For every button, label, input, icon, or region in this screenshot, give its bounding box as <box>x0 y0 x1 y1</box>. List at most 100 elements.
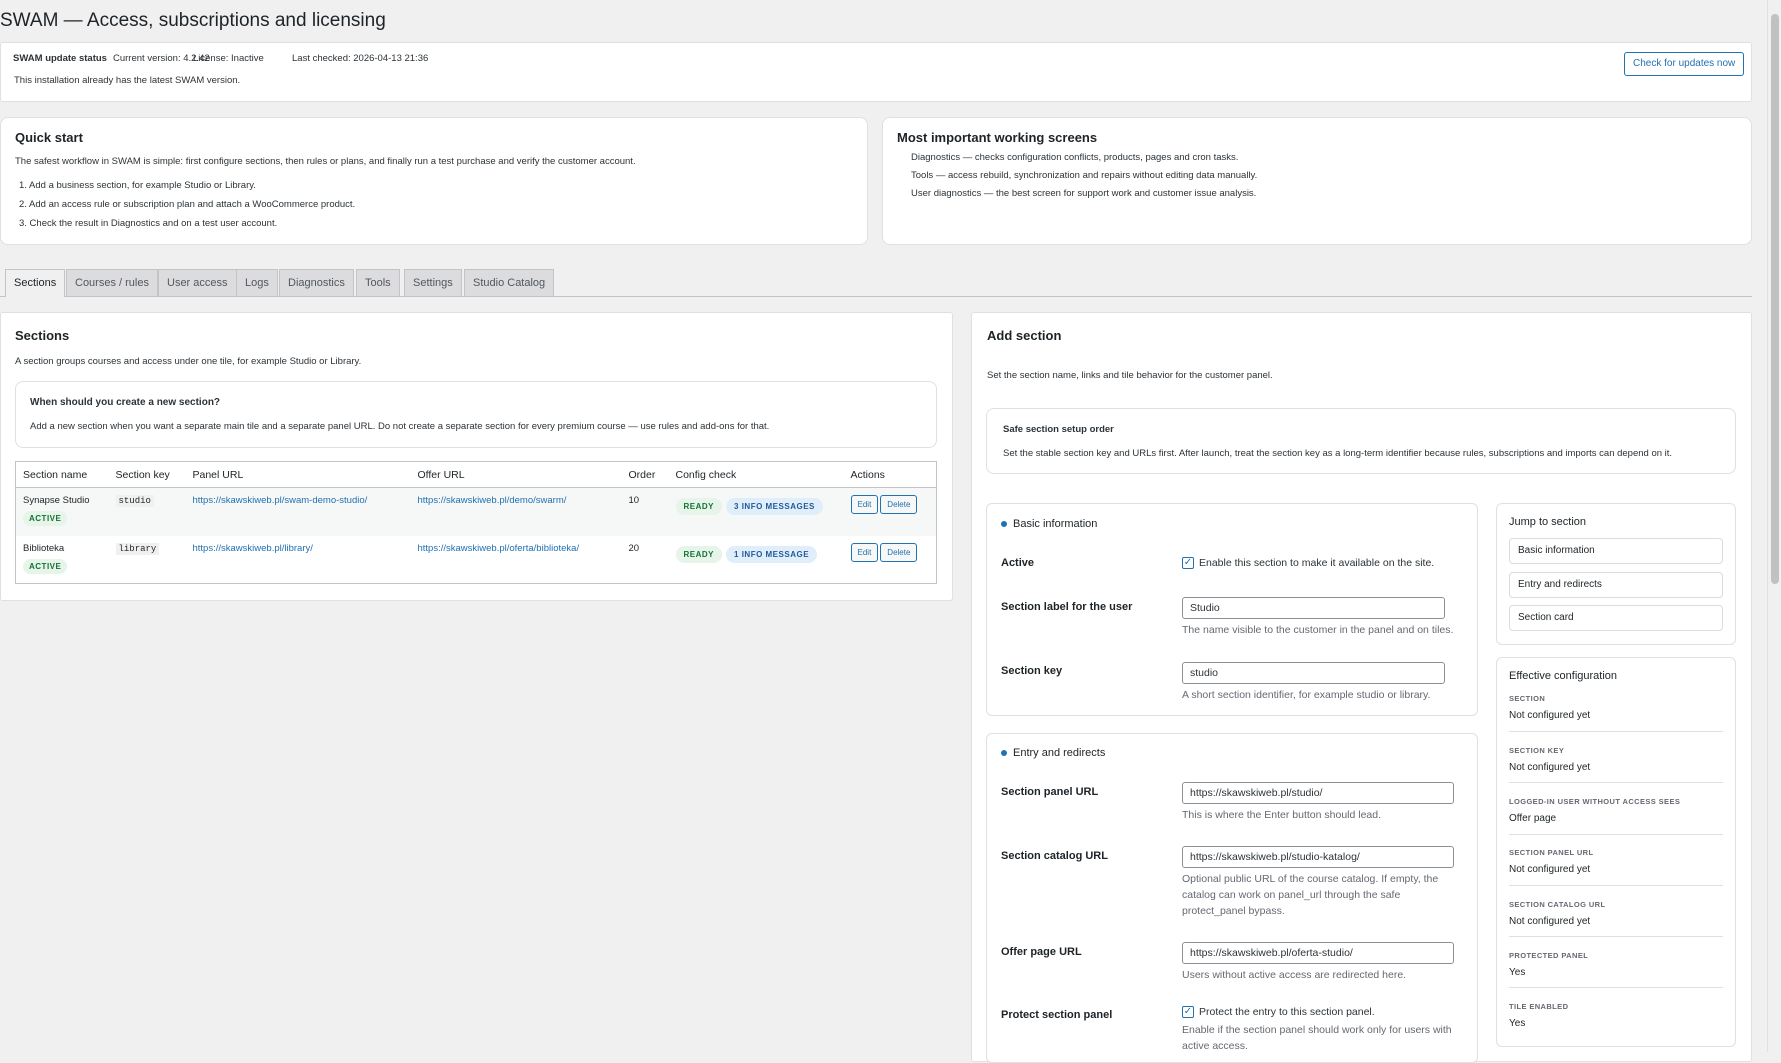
status-badge: ACTIVE <box>23 511 68 526</box>
panel-url-cell: https://skawskiweb.pl/library/ <box>186 536 411 584</box>
section-panel-url-desc: This is where the Enter button should le… <box>1182 809 1382 821</box>
last-checked: Last checked: 2026-04-13 21:36 <box>292 53 429 64</box>
jump-basic-information[interactable]: Basic information <box>1509 538 1723 564</box>
tab-courses-rules[interactable]: Courses / rules <box>66 269 158 296</box>
page-scrollbar[interactable] <box>1767 0 1781 1052</box>
effective-value: Yes <box>1509 1018 1526 1029</box>
jump-section-card[interactable]: Section card <box>1509 605 1723 631</box>
working-screens-title: Most important working screens <box>897 130 1098 145</box>
bullet-dot-icon <box>1001 521 1007 528</box>
order-cell: 10 <box>621 487 669 536</box>
effective-value: Offer page <box>1509 813 1557 824</box>
delete-button[interactable]: Delete <box>880 495 918 514</box>
section-name-cell: Biblioteka ACTIVE <box>16 536 109 584</box>
sections-title: Sections <box>15 328 70 343</box>
bullet-dot-icon <box>1001 750 1007 757</box>
section-key: studio <box>115 495 154 507</box>
section-name: Biblioteka <box>23 542 65 554</box>
section-label-desc: The name visible to the customer in the … <box>1182 624 1454 636</box>
info-badge: 1 INFO MESSAGE <box>726 545 818 563</box>
new-section-hint-title: When should you create a new section? <box>30 397 221 408</box>
protect-panel-checkbox[interactable]: ✓ <box>1182 1006 1194 1018</box>
quick-start-step: 2. Add an access rule or subscription pl… <box>19 199 356 210</box>
col-config-check: Config check <box>668 461 844 488</box>
effective-key: SECTION CATALOG URL <box>1509 900 1606 909</box>
col-actions: Actions <box>843 461 937 488</box>
active-label: Active <box>1001 557 1035 569</box>
divider <box>1509 782 1723 783</box>
update-message: This installation already has the latest… <box>14 75 241 86</box>
section-key-desc: A short section identifier, for example … <box>1182 689 1431 701</box>
offer-url-cell: https://skawskiweb.pl/demo/swarm/ <box>410 487 622 536</box>
divider <box>1509 885 1723 886</box>
working-screens-item: User diagnostics — the best screen for s… <box>911 188 1257 199</box>
effective-value: Not configured yet <box>1509 916 1591 927</box>
safe-setup-box: Safe section setup order Set the stable … <box>986 408 1736 474</box>
tab-studio-catalog[interactable]: Studio Catalog <box>464 269 555 296</box>
section-key-cell: library <box>109 536 186 584</box>
license-status: License: Inactive <box>193 53 264 64</box>
divider <box>1509 731 1723 732</box>
ready-badge: READY <box>675 545 723 563</box>
panel-url-link[interactable]: https://skawskiweb.pl/library/ <box>193 543 313 554</box>
info-badge: 3 INFO MESSAGES <box>726 498 823 515</box>
jump-to-section-title: Jump to section <box>1509 516 1587 528</box>
tab-sections[interactable]: Sections <box>5 269 66 297</box>
divider <box>1509 936 1723 937</box>
tab-tools[interactable]: Tools <box>356 269 400 296</box>
add-section-title: Add section <box>987 328 1062 343</box>
protect-panel-desc: Enable if the section panel should work … <box>1182 1024 1452 1052</box>
section-label-input[interactable]: Studio <box>1182 597 1445 619</box>
working-screens-item: Diagnostics — checks configuration confl… <box>911 152 1239 163</box>
basic-information-heading: Basic information <box>1001 518 1097 530</box>
section-key-input[interactable]: studio <box>1182 662 1445 684</box>
col-offer-url: Offer URL <box>410 461 622 488</box>
entry-redirects-title: Entry and redirects <box>1013 747 1106 759</box>
entry-redirects-heading: Entry and redirects <box>1001 747 1105 759</box>
col-order: Order <box>621 461 669 488</box>
tab-settings[interactable]: Settings <box>404 269 462 296</box>
delete-button[interactable]: Delete <box>880 542 918 562</box>
active-checkbox[interactable]: ✓ <box>1182 557 1194 569</box>
safe-setup-title: Safe section setup order <box>1003 424 1114 435</box>
status-badge: ACTIVE <box>23 558 68 574</box>
scrollbar-thumb[interactable] <box>1771 14 1779 584</box>
offer-url-link[interactable]: https://skawskiweb.pl/demo/swarm/ <box>418 495 567 506</box>
check-updates-button[interactable]: Check for updates now <box>1624 52 1745 76</box>
working-screens-card: Most important working screens Diagnosti… <box>882 117 1752 245</box>
section-key-label: Section key <box>1001 665 1063 677</box>
active-text: Enable this section to make it available… <box>1199 557 1435 569</box>
section-catalog-url-input[interactable]: https://skawskiweb.pl/studio-katalog/ <box>1182 846 1454 868</box>
quick-start-title: Quick start <box>15 130 83 145</box>
quick-start-intro: The safest workflow in SWAM is simple: f… <box>15 156 636 167</box>
offer-url-link[interactable]: https://skawskiweb.pl/oferta/biblioteka/ <box>418 543 580 554</box>
tab-user-access[interactable]: User access <box>158 269 237 296</box>
tab-logs[interactable]: Logs <box>236 269 278 296</box>
jump-entry-redirects[interactable]: Entry and redirects <box>1509 572 1723 598</box>
quick-start-card: Quick start The safest workflow in SWAM … <box>0 117 868 245</box>
section-panel-url-input[interactable]: https://skawskiweb.pl/studio/ <box>1182 782 1454 804</box>
section-key-cell: studio <box>108 487 186 536</box>
panel-url-link[interactable]: https://skawskiweb.pl/swam-demo-studio/ <box>193 495 368 506</box>
offer-page-url-input[interactable]: https://skawskiweb.pl/oferta-studio/ <box>1182 942 1454 964</box>
edit-button[interactable]: Edit <box>850 495 879 514</box>
edit-button[interactable]: Edit <box>850 542 879 562</box>
protect-panel-text: Protect the entry to this section panel. <box>1199 1006 1375 1018</box>
page-title: SWAM — Access, subscriptions and licensi… <box>0 10 386 31</box>
quick-start-step: 3. Check the result in Diagnostics and o… <box>19 218 278 229</box>
ready-badge: READY <box>675 498 723 515</box>
col-section-key: Section key <box>108 461 186 488</box>
actions-cell: Edit Delete <box>844 536 937 584</box>
new-section-hint: When should you create a new section? Ad… <box>15 381 937 448</box>
section-panel-url-label: Section panel URL <box>1001 786 1099 798</box>
section-key: library <box>115 542 160 555</box>
tab-diagnostics[interactable]: Diagnostics <box>279 269 354 296</box>
protect-panel-label: Protect section panel <box>1001 1009 1113 1021</box>
effective-key: SECTION KEY <box>1509 746 1565 755</box>
effective-configuration-title: Effective configuration <box>1509 670 1618 682</box>
offer-url-cell: https://skawskiweb.pl/oferta/biblioteka/ <box>411 536 622 584</box>
tab-bar: Sections Courses / rules User access Log… <box>0 269 1752 297</box>
update-status-card: SWAM update status Current version: 4.2.… <box>0 42 1752 102</box>
effective-key: PROTECTED PANEL <box>1509 951 1589 960</box>
sections-description: A section groups courses and access unde… <box>15 356 362 367</box>
